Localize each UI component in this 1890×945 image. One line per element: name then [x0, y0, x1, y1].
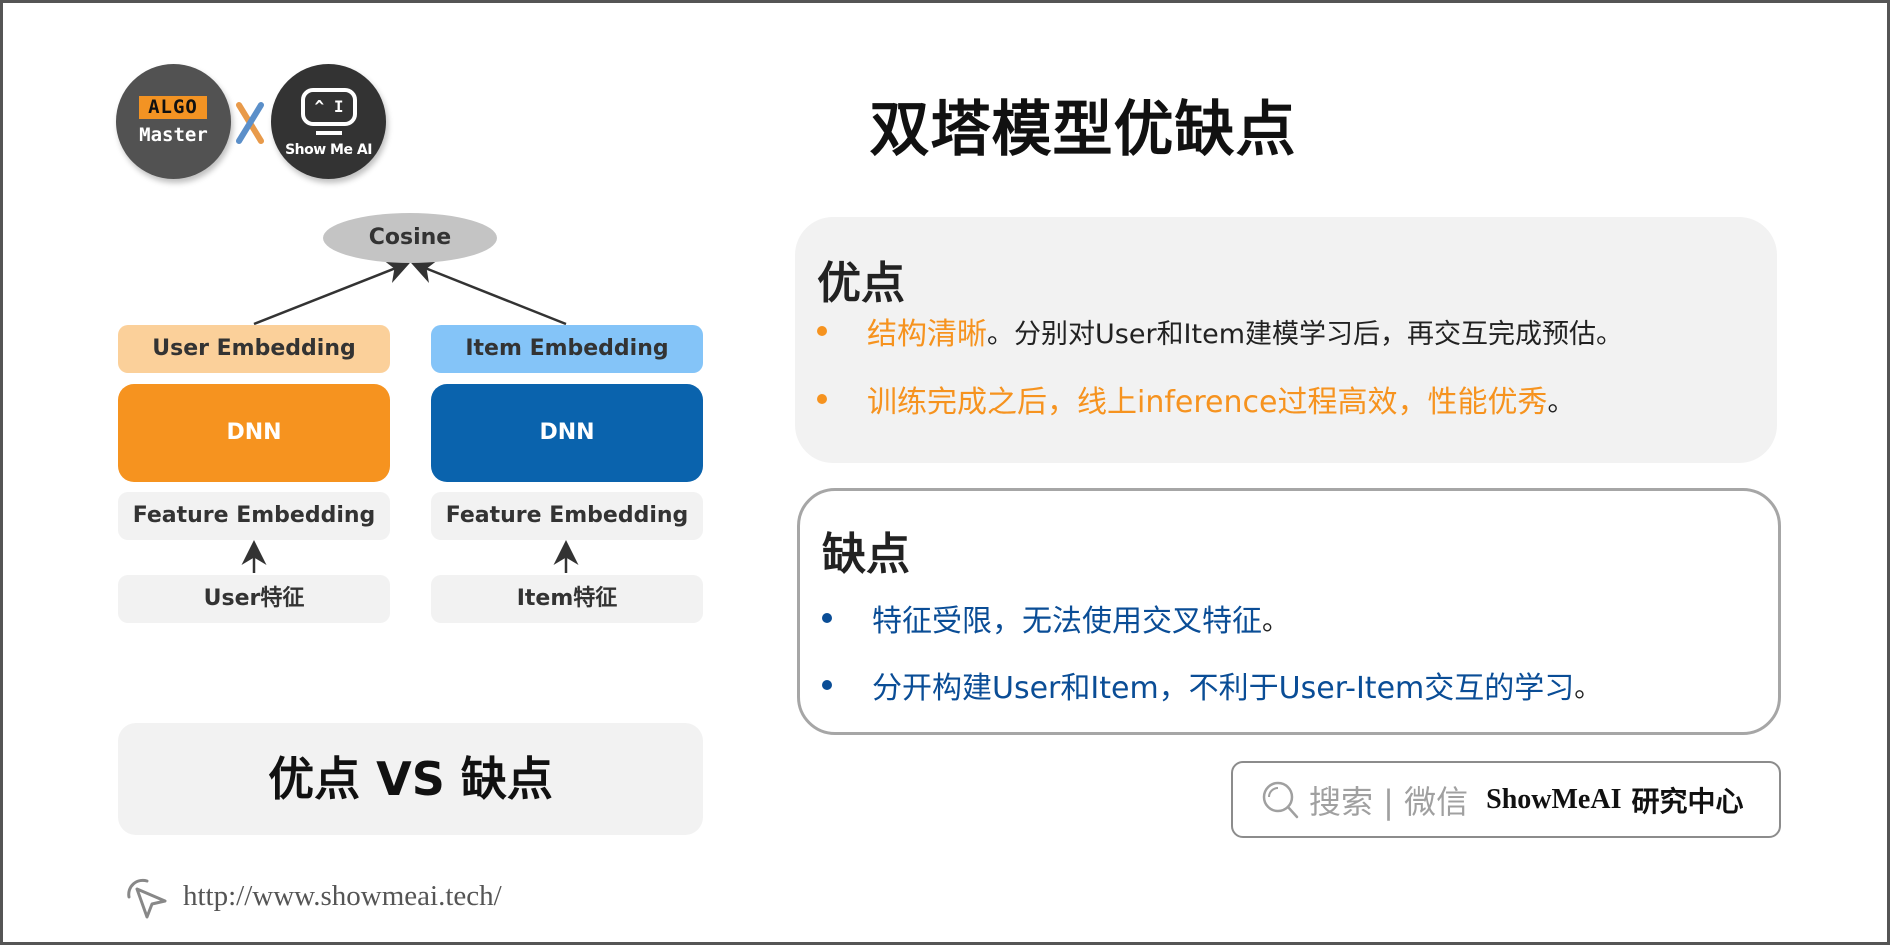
monitor-stand [316, 131, 342, 135]
pros-item-text: 。 [1547, 386, 1575, 418]
search-label: 搜索 | 微信 [1309, 782, 1469, 821]
pros-item-highlight: 结构清晰 [867, 317, 987, 352]
showmeai-logo: ^ I Show Me AI [271, 64, 386, 179]
cons-item-text: 。 [1262, 605, 1289, 637]
cons-item-highlight: 特征受限，无法使用交叉特征 [872, 604, 1262, 639]
page-title: 双塔模型优缺点 [869, 95, 1297, 165]
monitor-icon: ^ I [301, 88, 357, 126]
algo-badge: ALGO [139, 96, 207, 119]
pros-item-text: 。分别对User和Item建模学习后，再交互完成预估。 [987, 318, 1624, 350]
website-url[interactable]: http://www.showmeai.tech/ [183, 880, 502, 913]
cons-panel: 缺点 特征受限，无法使用交叉特征。 分开构建User和Item，不利于User-… [797, 488, 1781, 735]
wechat-search-badge: 搜索 | 微信 ShowMeAI 研究中心 [1231, 761, 1781, 838]
user-feature-embedding-box: Feature Embedding [118, 492, 390, 540]
bullet-dot [817, 394, 827, 404]
bullet-dot [817, 326, 827, 336]
cons-title: 缺点 [822, 529, 910, 580]
item-to-cosine-arrow [410, 259, 567, 326]
bullet-dot [822, 613, 832, 623]
user-features-box: User特征 [118, 575, 390, 623]
cons-item-highlight: 分开构建User和Item，不利于User-Item交互的学习 [872, 671, 1575, 706]
cons-item: 分开构建User和Item，不利于User-Item交互的学习。 [822, 663, 1601, 707]
slide-frame: ALGO Master ^ I Show Me AI 双塔模型优缺点 Cosin… [0, 0, 1890, 945]
user-dnn-box: DNN [118, 384, 390, 482]
item-dnn-box: DNN [431, 384, 703, 482]
user-embedding-box: User Embedding [118, 325, 390, 373]
cons-item-text: 。 [1574, 672, 1602, 704]
bullet-dot [822, 680, 832, 690]
user-to-cosine-arrow [253, 259, 411, 326]
search-icon [1262, 781, 1299, 818]
item-embedding-box: Item Embedding [431, 325, 703, 373]
cons-item: 特征受限，无法使用交叉特征。 [822, 596, 1289, 640]
algomaster-logo: ALGO Master [116, 64, 231, 179]
pros-title: 优点 [817, 258, 905, 309]
pros-panel: 优点 结构清晰 。分别对User和Item建模学习后，再交互完成预估。 训练完成之… [795, 217, 1777, 463]
item-feature-embedding-box: Feature Embedding [431, 492, 703, 540]
showmeai-logo-text: Show Me AI [285, 142, 372, 158]
pros-item: 训练完成之后，线上inference过程高效，性能优秀。 [817, 377, 1574, 421]
item-features-box: Item特征 [431, 575, 703, 623]
algo-master-text: Master [139, 124, 208, 146]
pros-vs-cons-label: 优点 VS 缺点 [118, 723, 703, 835]
collab-x-icon [236, 102, 264, 144]
pros-item: 结构清晰 。分别对User和Item建模学习后，再交互完成预估。 [817, 309, 1623, 353]
brand-suffix: 研究中心 [1631, 784, 1744, 818]
pros-item-highlight: 训练完成之后，线上inference过程高效，性能优秀 [867, 385, 1548, 420]
cursor-click-icon [127, 878, 167, 919]
website-link[interactable]: http://www.showmeai.tech/ [121, 873, 502, 919]
brand-name: ShowMeAI [1486, 783, 1622, 815]
cosine-node: Cosine [323, 213, 497, 263]
